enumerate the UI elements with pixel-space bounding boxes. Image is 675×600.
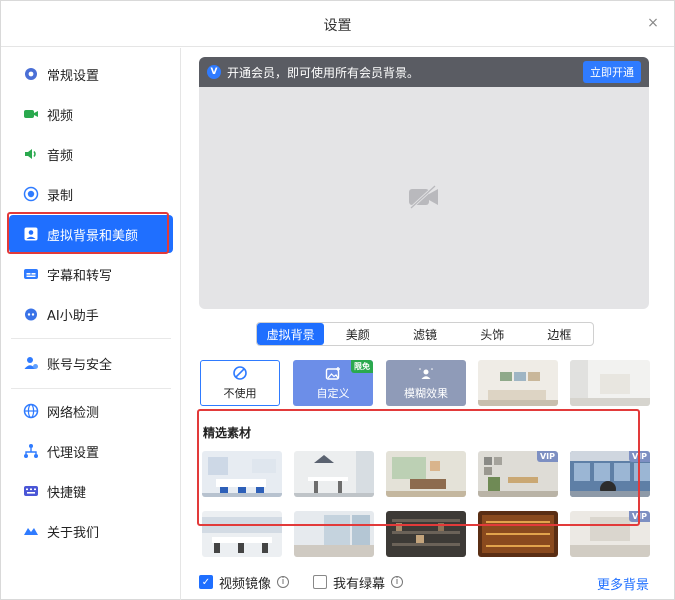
background-thumbnail[interactable] [386,511,466,557]
blur-person-icon [418,366,434,382]
window-title: 设置 [323,18,352,34]
title-bar: 设置 × [1,1,674,47]
sidebar-item-label: 快捷键 [47,485,87,501]
background-blur-label: 模糊效果 [404,386,448,400]
background-thumbnail[interactable] [570,360,650,406]
tab-beauty[interactable]: 美颜 [324,323,391,345]
sidebar-item-ai-assistant[interactable]: AI小助手 [9,295,173,333]
sidebar: 常规设置 视频 音频 录制 虚拟背景和美颜 字幕和转写 AI小助手 账号与安全 … [1,48,181,600]
feature-tabs: 虚拟背景 美颜 滤镜 头饰 边框 [256,322,594,346]
sidebar-item-about[interactable]: 关于我们 [9,512,173,550]
logo-icon [23,523,39,539]
footer-options: ✓ 视频镜像 i 我有绿幕 i 更多背景 [199,572,649,593]
green-screen-checkbox[interactable] [313,575,328,589]
sidebar-item-label: 网络检测 [47,405,100,421]
open-membership-button[interactable]: 立即开通 [583,61,641,83]
globe-icon [23,403,39,419]
background-thumbnail[interactable] [294,451,374,497]
portrait-icon [23,226,39,242]
speaker-icon [23,146,39,162]
sidebar-item-label: 视频 [47,108,74,124]
background-thumbnail[interactable]: VIP [478,451,558,497]
sidebar-item-virtual-background[interactable]: 虚拟背景和美颜 [9,215,173,253]
background-custom-label: 自定义 [316,386,350,400]
vip-badge-icon: V [207,65,221,79]
section-title-featured: 精选素材 [203,426,252,440]
video-icon [23,106,39,122]
more-backgrounds-link[interactable]: 更多背景 [597,574,649,593]
sidebar-item-shortcuts[interactable]: 快捷键 [9,472,173,510]
sidebar-divider [11,388,171,389]
background-none-label: 不使用 [223,387,257,400]
settings-window: 设置 × 常规设置 视频 音频 录制 虚拟背景和美颜 字幕和转写 AI小助手 账… [0,0,675,600]
add-image-icon [325,366,341,382]
tab-headwear[interactable]: 头饰 [459,323,526,345]
mirror-video-label: 视频镜像 [219,576,272,592]
sidebar-item-label: 录制 [47,188,74,204]
sidebar-item-network-check[interactable]: 网络检测 [9,392,173,430]
sidebar-item-label: 账号与安全 [47,357,113,373]
sidebar-item-account[interactable]: 账号与安全 [9,344,173,382]
sidebar-item-label: 虚拟背景和美颜 [47,228,139,244]
sidebar-item-record[interactable]: 录制 [9,175,173,213]
tab-virtual-background[interactable]: 虚拟背景 [257,323,325,345]
vip-tag: VIP [628,511,650,522]
sidebar-item-label: AI小助手 [47,308,99,324]
sidebar-item-label: 音频 [47,148,74,164]
gear-icon [23,66,39,82]
background-thumbnail[interactable]: VIP [570,511,650,557]
sidebar-item-label: 代理设置 [47,445,100,461]
close-button[interactable]: × [644,14,662,32]
tab-frame[interactable]: 边框 [526,323,593,345]
background-thumbnail[interactable] [386,451,466,497]
sidebar-item-captions[interactable]: 字幕和转写 [9,255,173,293]
background-blur-option[interactable]: 模糊效果 [386,360,466,406]
background-thumbnail[interactable] [478,511,558,557]
background-thumbnail[interactable] [202,511,282,557]
caption-icon [23,266,39,282]
background-thumbnail[interactable] [478,360,558,406]
green-screen-label: 我有绿幕 [333,576,386,592]
network-icon [23,443,39,459]
member-banner: V 开通会员，即可使用所有会员背景。 立即开通 [199,57,649,87]
vip-tag: VIP [536,451,558,462]
account-icon [23,355,39,371]
virtual-background-panel: V 开通会员，即可使用所有会员背景。 立即开通 虚拟背景 美颜 滤镜 头饰 边框… [182,48,675,600]
robot-icon [23,306,39,322]
keyboard-icon [23,483,39,499]
info-icon[interactable]: i [277,576,290,588]
sidebar-item-proxy[interactable]: 代理设置 [9,432,173,470]
sidebar-item-audio[interactable]: 音频 [9,135,173,173]
background-thumbnail[interactable] [202,451,282,497]
background-none-option[interactable]: 不使用 [200,360,280,406]
background-thumbnail[interactable]: VIP [570,451,650,497]
background-custom-option[interactable]: 自定义 限免 [293,360,373,406]
record-icon [23,186,39,202]
info-icon[interactable]: i [391,576,404,588]
free-tag: 限免 [351,360,373,373]
camera-preview [199,87,649,309]
vip-tag: VIP [628,451,650,462]
tab-filter[interactable]: 滤镜 [391,323,458,345]
background-thumbnail[interactable] [294,511,374,557]
mirror-video-checkbox[interactable]: ✓ [199,575,213,589]
sidebar-item-label: 字幕和转写 [47,268,113,284]
sidebar-item-video[interactable]: 视频 [9,95,173,133]
sidebar-item-label: 常规设置 [47,68,100,84]
camera-off-icon [407,184,441,214]
sidebar-item-general[interactable]: 常规设置 [9,55,173,93]
close-icon[interactable]: × [647,15,659,31]
no-background-icon [232,365,248,381]
sidebar-item-label: 关于我们 [47,525,100,541]
banner-text: 开通会员，即可使用所有会员背景。 [227,65,420,80]
sidebar-divider [11,338,171,339]
